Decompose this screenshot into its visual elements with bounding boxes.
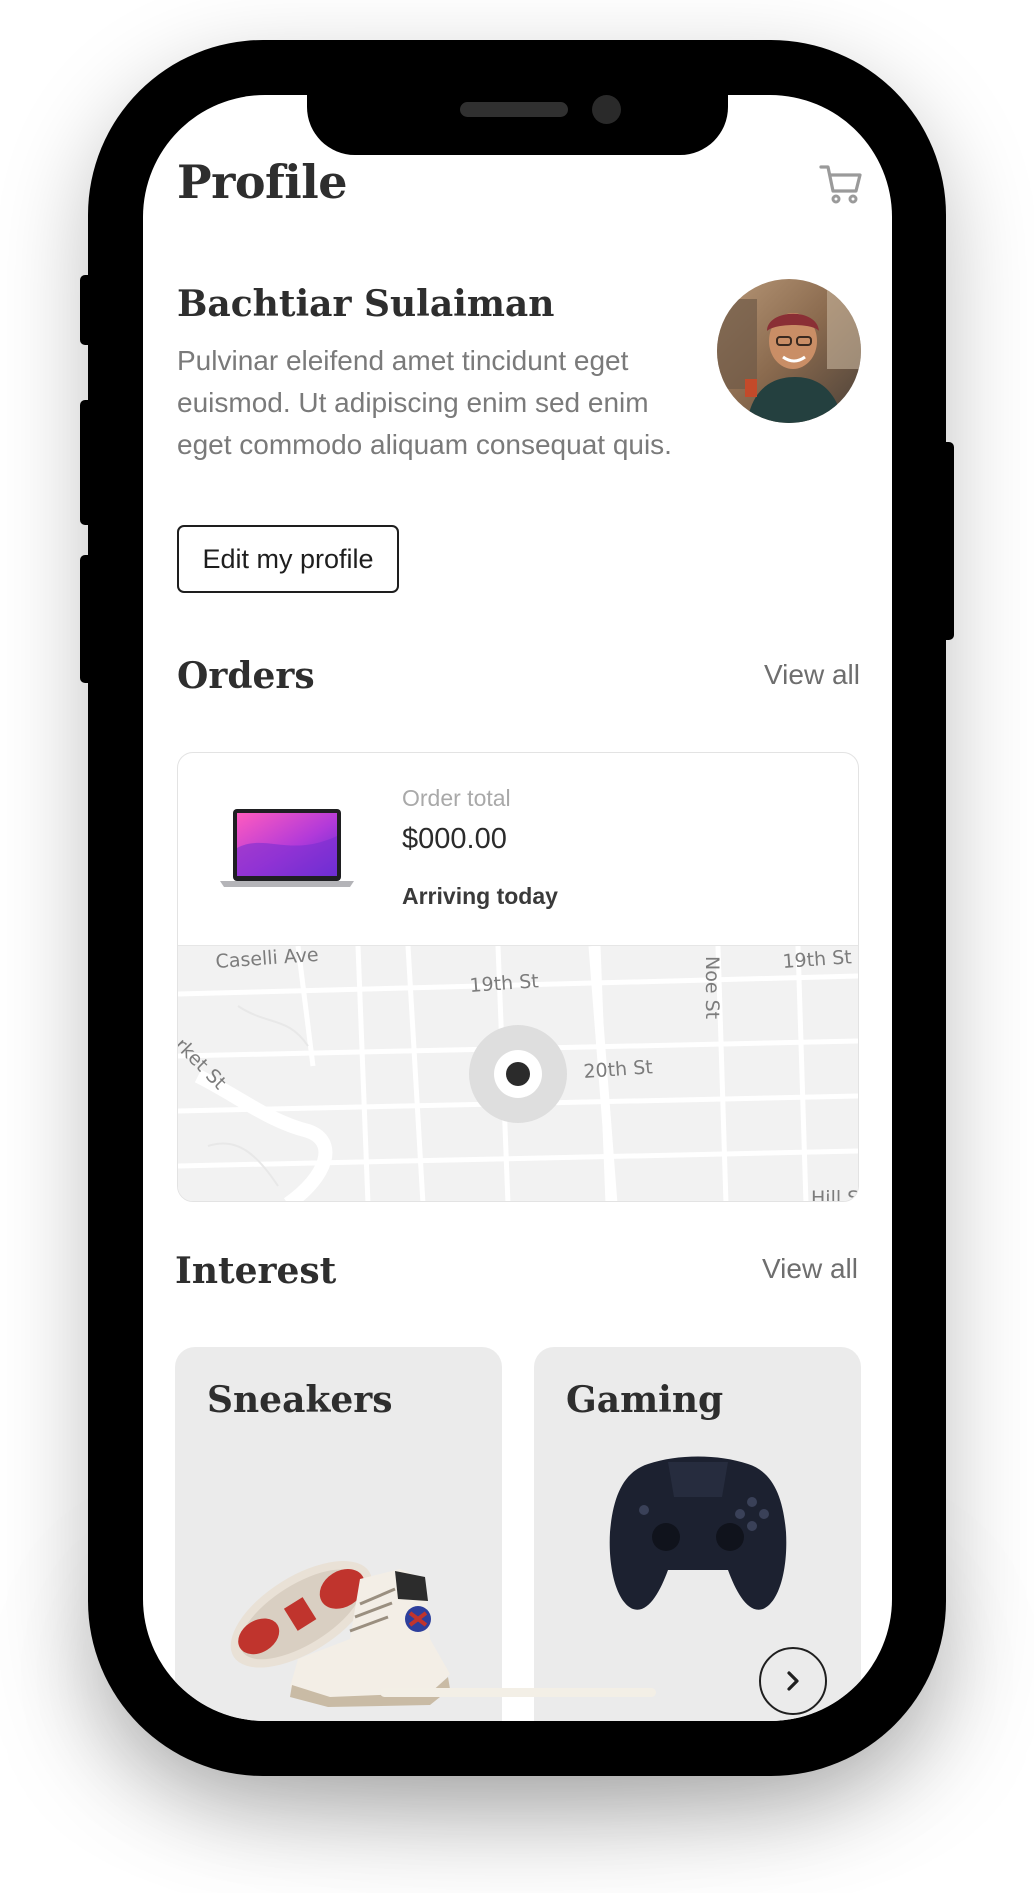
- front-camera: [592, 95, 621, 124]
- edit-profile-button[interactable]: Edit my profile: [177, 525, 399, 593]
- sneakers-image: [220, 1509, 460, 1714]
- interest-card-sneakers[interactable]: Sneakers: [175, 1347, 502, 1721]
- order-status: Arriving today: [402, 883, 558, 909]
- interest-card-label: Sneakers: [207, 1379, 393, 1421]
- user-name: Bachtiar Sulaiman: [177, 283, 555, 325]
- interest-view-all-link[interactable]: View all: [762, 1253, 858, 1285]
- interest-card-gaming[interactable]: Gaming: [534, 1347, 861, 1721]
- avatar[interactable]: [717, 279, 861, 423]
- chevron-right-icon: [787, 1671, 799, 1691]
- cart-icon[interactable]: [819, 163, 863, 205]
- order-card[interactable]: Order total $000.00 Arriving today Casel…: [177, 752, 859, 1202]
- order-total-label: Order total: [402, 785, 511, 811]
- map-street-label: Hill St: [811, 1187, 859, 1202]
- user-bio: Pulvinar eleifend amet tincidunt eget eu…: [177, 345, 672, 460]
- interest-card-label: Gaming: [566, 1379, 724, 1421]
- orders-view-all-link[interactable]: View all: [764, 659, 860, 691]
- order-total-value: $000.00: [402, 823, 507, 855]
- laptop-image: [220, 808, 354, 890]
- speaker: [460, 102, 568, 117]
- next-arrow-button[interactable]: [759, 1647, 827, 1715]
- delivery-map[interactable]: Caselli Ave 19th St Noe St 19th St 20th …: [178, 944, 859, 1202]
- notch: [307, 95, 728, 155]
- location-pin-icon: [506, 1062, 530, 1086]
- page-title: Profile: [177, 155, 348, 209]
- app-screen: Profile Bachtiar Sulaiman Pulvinar eleif…: [143, 95, 892, 1721]
- controller-image: [608, 1452, 788, 1617]
- orders-title: Orders: [177, 655, 315, 697]
- interest-title: Interest: [175, 1250, 337, 1292]
- map-street-label: Noe St: [701, 956, 723, 1019]
- home-indicator[interactable]: [380, 1688, 656, 1697]
